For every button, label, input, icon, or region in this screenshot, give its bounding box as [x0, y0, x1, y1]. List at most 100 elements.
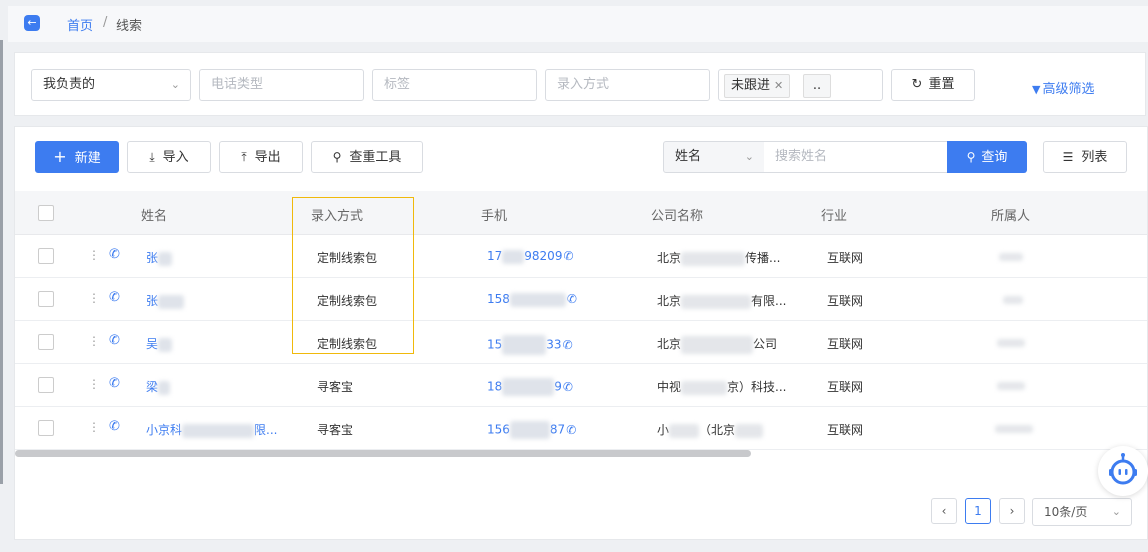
page-size-select[interactable]: 10条/页 ⌄ [1032, 498, 1132, 526]
table-row[interactable]: ⋮ ✆ 梁 寻客宝 18 9✆ 中视 京）科技... 互联网 [15, 364, 1147, 407]
lead-name[interactable]: 小京科 限... [146, 421, 277, 438]
search-icon: ⚲ [966, 150, 976, 164]
follow-status-select[interactable]: 未跟进 ✕ .. [718, 69, 883, 101]
more-actions-icon[interactable]: ⋮ [88, 291, 100, 305]
phone-icon[interactable]: ✆ [109, 247, 120, 262]
leads-panel: + 新建 ⤓ 导入 ⤒ 导出 ⚲ 查重工具 姓名 ⌄ 搜索姓名 ⚲ 查询 ☰ 列表 姓名 录… [14, 126, 1148, 540]
phone-type-select[interactable]: 电话类型 [199, 69, 364, 101]
lead-industry: 互联网 [827, 337, 864, 351]
new-label: 新建 [74, 151, 101, 166]
column-header-owner: 所属人 [991, 209, 1031, 224]
lead-entry: 寻客宝 [317, 423, 354, 437]
lead-phone[interactable]: 18 9✆ [487, 378, 573, 396]
status-tag-label: 未跟进 [731, 78, 771, 93]
filter-icon: ▼ [1032, 83, 1041, 96]
table-row[interactable]: ⋮ ✆ 张 定制线索包 17 98209✆ 北京 传播... 互联网 [15, 235, 1147, 278]
more-actions-icon[interactable]: ⋮ [88, 420, 100, 434]
dedupe-label: 查重工具 [349, 150, 402, 165]
entry-method-placeholder: 录入方式 [557, 77, 610, 92]
lead-name[interactable]: 张 [146, 249, 173, 266]
lead-owner [995, 421, 1033, 435]
next-page-button[interactable]: › [999, 498, 1025, 524]
phone-icon[interactable]: ✆ [109, 376, 120, 391]
phone-icon[interactable]: ✆ [109, 290, 120, 305]
row-checkbox[interactable] [38, 377, 54, 393]
lead-phone[interactable]: 158 ✆ [487, 292, 577, 307]
column-header-name: 姓名 [141, 209, 168, 224]
entry-method-select[interactable]: 录入方式 [545, 69, 710, 101]
lead-name[interactable]: 吴 [146, 335, 173, 352]
list-icon: ☰ [1062, 150, 1074, 164]
breadcrumb-separator: / [103, 15, 108, 30]
export-button[interactable]: ⤒ 导出 [219, 141, 303, 173]
lead-phone[interactable]: 15 33✆ [487, 335, 573, 355]
search-type-select[interactable]: 姓名 ⌄ [663, 141, 765, 173]
table-row[interactable]: ⋮ ✆ 张 定制线索包 158 ✆ 北京 有限... 互联网 [15, 278, 1147, 321]
chevron-down-icon: ⌄ [1111, 505, 1121, 518]
lead-name[interactable]: 张 [146, 292, 185, 309]
search-label: 查询 [981, 150, 1008, 165]
lead-name[interactable]: 梁 [146, 378, 171, 395]
chevron-down-icon: ⌄ [170, 78, 180, 91]
reset-button[interactable]: ↻ 重置 [891, 69, 975, 101]
lead-entry: 定制线索包 [317, 251, 378, 265]
close-icon[interactable]: ✕ [774, 79, 783, 92]
back-arrow-icon[interactable]: ← [24, 15, 40, 31]
breadcrumb-current: 线索 [116, 19, 143, 34]
row-checkbox[interactable] [38, 420, 54, 436]
lead-industry: 互联网 [827, 423, 864, 437]
search-document-icon: ⚲ [332, 150, 342, 164]
search-type-value: 姓名 [675, 149, 702, 164]
table-row[interactable]: ⋮ ✆ 小京科 限... 寻客宝 156 87✆ 小（北京 互联网 [15, 407, 1147, 450]
more-actions-icon[interactable]: ⋮ [88, 377, 100, 391]
dedupe-tool-button[interactable]: ⚲ 查重工具 [311, 141, 423, 173]
advanced-filter-link[interactable]: ▼ 高级筛选 [1032, 78, 1094, 97]
lead-phone[interactable]: 156 87✆ [487, 421, 576, 439]
list-label: 列表 [1081, 150, 1108, 165]
lead-company: 北京 有限... [657, 294, 787, 309]
select-all-checkbox[interactable] [38, 205, 54, 221]
owner-select-value: 我负责的 [43, 77, 96, 92]
robot-assistant-icon[interactable] [1098, 446, 1148, 496]
list-view-button[interactable]: ☰ 列表 [1043, 141, 1127, 173]
lead-company: 中视 京）科技... [657, 380, 787, 395]
lead-owner [999, 249, 1023, 263]
refresh-icon: ↻ [911, 77, 923, 92]
breadcrumb-home[interactable]: 首页 [67, 15, 93, 34]
table-row[interactable]: ⋮ ✆ 吴 定制线索包 15 33✆ 北京 公司 互联网 [15, 321, 1147, 364]
page-number-button[interactable]: 1 [965, 498, 991, 524]
lead-company: 小（北京 [657, 421, 764, 438]
filter-panel: 我负责的 ⌄ 电话类型 标签 录入方式 未跟进 ✕ .. ↻ 重置 ▼ 高级筛选 [14, 52, 1146, 116]
search-input[interactable]: 搜索姓名 [764, 141, 948, 173]
column-header-entry: 录入方式 [311, 209, 364, 224]
row-checkbox[interactable] [38, 248, 54, 264]
new-button[interactable]: + 新建 [35, 141, 119, 173]
column-header-industry: 行业 [821, 209, 848, 224]
horizontal-scrollbar[interactable] [15, 450, 751, 457]
more-actions-icon[interactable]: ⋮ [88, 248, 100, 262]
reset-label: 重置 [928, 77, 955, 92]
export-label: 导出 [254, 150, 281, 165]
prev-page-button[interactable]: ‹ [931, 498, 957, 524]
lead-phone[interactable]: 17 98209✆ [487, 249, 574, 264]
lead-company: 北京 传播... [657, 251, 781, 266]
phone-icon[interactable]: ✆ [109, 419, 120, 434]
lead-entry: 定制线索包 [317, 337, 378, 351]
row-checkbox[interactable] [38, 291, 54, 307]
import-icon: ⤓ [149, 150, 155, 164]
page-size-value: 10条/页 [1044, 505, 1088, 519]
search-button[interactable]: ⚲ 查询 [947, 141, 1027, 173]
more-actions-icon[interactable]: ⋮ [88, 334, 100, 348]
status-tag-chip[interactable]: 未跟进 ✕ [724, 74, 791, 98]
lead-industry: 互联网 [827, 251, 864, 265]
tag-select[interactable]: 标签 [372, 69, 537, 101]
phone-icon[interactable]: ✆ [109, 333, 120, 348]
owner-select[interactable]: 我负责的 ⌄ [31, 69, 191, 101]
breadcrumb-bar: ← 首页 / 线索 [8, 6, 1148, 42]
row-checkbox[interactable] [38, 334, 54, 350]
column-header-company: 公司名称 [651, 209, 704, 224]
import-button[interactable]: ⤓ 导入 [127, 141, 211, 173]
tag-placeholder: 标签 [384, 77, 411, 92]
lead-owner [997, 335, 1025, 349]
lead-owner [997, 378, 1025, 392]
